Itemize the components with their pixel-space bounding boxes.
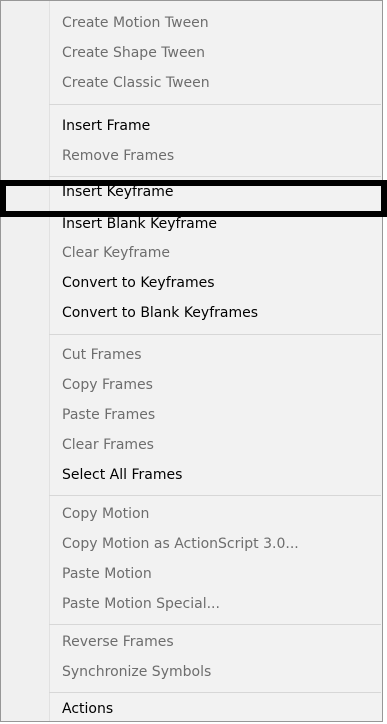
menu-item-copy-motion[interactable]: Copy Motion xyxy=(62,500,149,529)
menu-item-reverse-frames[interactable]: Reverse Frames xyxy=(62,628,174,657)
selection-highlight-outline xyxy=(0,180,387,217)
menu-item-actions[interactable]: Actions xyxy=(62,695,113,721)
menu-item-remove-frames[interactable]: Remove Frames xyxy=(62,142,174,171)
menu-item-cut-frames[interactable]: Cut Frames xyxy=(62,341,142,370)
menu-item-paste-frames[interactable]: Paste Frames xyxy=(62,401,155,430)
menu-item-copy-motion-as-actionscript[interactable]: Copy Motion as ActionScript 3.0... xyxy=(62,530,299,559)
menu-item-create-motion-tween[interactable]: Create Motion Tween xyxy=(62,9,209,38)
menu-item-convert-to-keyframes[interactable]: Convert to Keyframes xyxy=(62,269,215,298)
menu-item-paste-motion-special[interactable]: Paste Motion Special... xyxy=(62,590,220,619)
menu-item-create-shape-tween[interactable]: Create Shape Tween xyxy=(62,39,205,68)
menu-item-convert-to-blank-keyframes[interactable]: Convert to Blank Keyframes xyxy=(62,299,258,328)
menu-item-paste-motion[interactable]: Paste Motion xyxy=(62,560,152,589)
menu-separator xyxy=(49,495,381,496)
menu-item-synchronize-symbols[interactable]: Synchronize Symbols xyxy=(62,658,211,687)
menu-icon-gutter xyxy=(1,1,50,721)
menu-item-clear-frames[interactable]: Clear Frames xyxy=(62,431,154,460)
menu-item-create-classic-tween[interactable]: Create Classic Tween xyxy=(62,69,210,98)
menu-item-select-all-frames[interactable]: Select All Frames xyxy=(62,461,182,490)
menu-separator xyxy=(49,692,381,693)
context-menu: Create Motion Tween Create Shape Tween C… xyxy=(0,0,383,722)
menu-item-copy-frames[interactable]: Copy Frames xyxy=(62,371,153,400)
menu-item-insert-frame[interactable]: Insert Frame xyxy=(62,112,150,141)
menu-separator xyxy=(49,176,381,177)
menu-separator xyxy=(49,624,381,625)
menu-item-clear-keyframe[interactable]: Clear Keyframe xyxy=(62,239,170,268)
menu-separator xyxy=(49,104,381,105)
menu-separator xyxy=(49,334,381,335)
